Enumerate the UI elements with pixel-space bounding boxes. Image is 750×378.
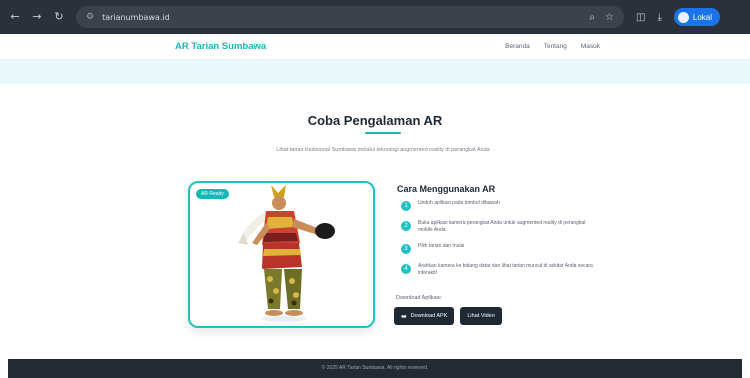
hero-band <box>0 60 750 84</box>
download-label: Download Aplikasi: <box>396 295 443 301</box>
zoom-icon[interactable]: ⌕ <box>589 12 595 23</box>
step-text: Buka aplikasi kamera perangkat Anda untu… <box>418 220 586 233</box>
nav-link-beranda[interactable]: Beranda <box>505 43 530 50</box>
address-bar[interactable]: ⚙ tarianumbawa.id ⌕ ☆ <box>76 6 624 28</box>
step-text: Arahkan kamera ke bidang datar dan lihat… <box>418 263 593 276</box>
title-underline <box>365 132 401 134</box>
reload-icon[interactable]: ↻ <box>52 10 66 24</box>
download-apk-button[interactable]: ▬ Download APK <box>394 307 455 325</box>
footer-copyright: © 2025 AR Tarian Sumbawa. All rights res… <box>321 365 429 371</box>
step-text: Pilih tarian dan mulai <box>418 243 465 249</box>
top-nav: Beranda Tentang Masuk <box>505 43 600 50</box>
page-subtitle: Lihat tarian tradisional Sumbawa melalui… <box>276 147 490 153</box>
watch-video-button[interactable]: Lihat Video <box>460 307 502 325</box>
instructions-title: Cara Menggunakan AR <box>397 184 496 194</box>
site-footer: © 2025 AR Tarian Sumbawa. All rights res… <box>8 359 742 378</box>
list-item: 1 Unduh aplikasi pada tombol dibawah <box>401 200 601 211</box>
avatar <box>677 11 689 23</box>
step-number: 1 <box>401 201 411 211</box>
list-item: 3 Pilih tarian dan mulai <box>401 243 601 254</box>
extensions-icon[interactable]: ◫ <box>636 12 645 23</box>
url-text: tarianumbawa.id <box>102 12 170 22</box>
nav-link-masuk[interactable]: Masuk <box>581 43 600 50</box>
list-item: 2 Buka aplikasi kamera perangkat Anda un… <box>401 220 601 234</box>
download-apk-label: Download APK <box>410 313 448 319</box>
back-arrow-icon[interactable]: ← <box>8 10 22 24</box>
page-title: Coba Pengalaman AR <box>307 113 443 128</box>
watch-video-label: Lihat Video <box>467 313 495 319</box>
android-icon: ▬ <box>401 312 407 320</box>
site-header: AR Tarian Sumbawa Beranda Tentang Masuk <box>0 34 750 60</box>
browser-toolbar: ← → ↻ ⚙ tarianumbawa.id ⌕ ☆ ◫ ⤓ Lokal <box>0 0 750 34</box>
dancer-illustration <box>238 185 335 322</box>
profile-button[interactable]: Lokal <box>673 8 720 26</box>
forward-arrow-icon[interactable]: → <box>30 10 44 24</box>
profile-label: Lokal <box>692 12 712 22</box>
step-number: 4 <box>401 264 411 274</box>
ar-preview-card[interactable]: AR Ready <box>188 181 375 328</box>
step-number: 2 <box>401 221 411 231</box>
nav-link-tentang[interactable]: Tentang <box>544 43 567 50</box>
site-info-icon[interactable]: ⚙ <box>86 12 94 22</box>
instructions-list: 1 Unduh aplikasi pada tombol dibawah 2 B… <box>401 200 601 286</box>
step-text: Unduh aplikasi pada tombol dibawah <box>418 200 500 206</box>
list-item: 4 Arahkan kamera ke bidang datar dan lih… <box>401 263 601 277</box>
step-number: 3 <box>401 244 411 254</box>
download-buttons: ▬ Download APK Lihat Video <box>394 307 502 325</box>
site-logo[interactable]: AR Tarian Sumbawa <box>175 41 266 52</box>
star-icon[interactable]: ☆ <box>605 12 614 23</box>
download-icon[interactable]: ⤓ <box>657 12 661 23</box>
